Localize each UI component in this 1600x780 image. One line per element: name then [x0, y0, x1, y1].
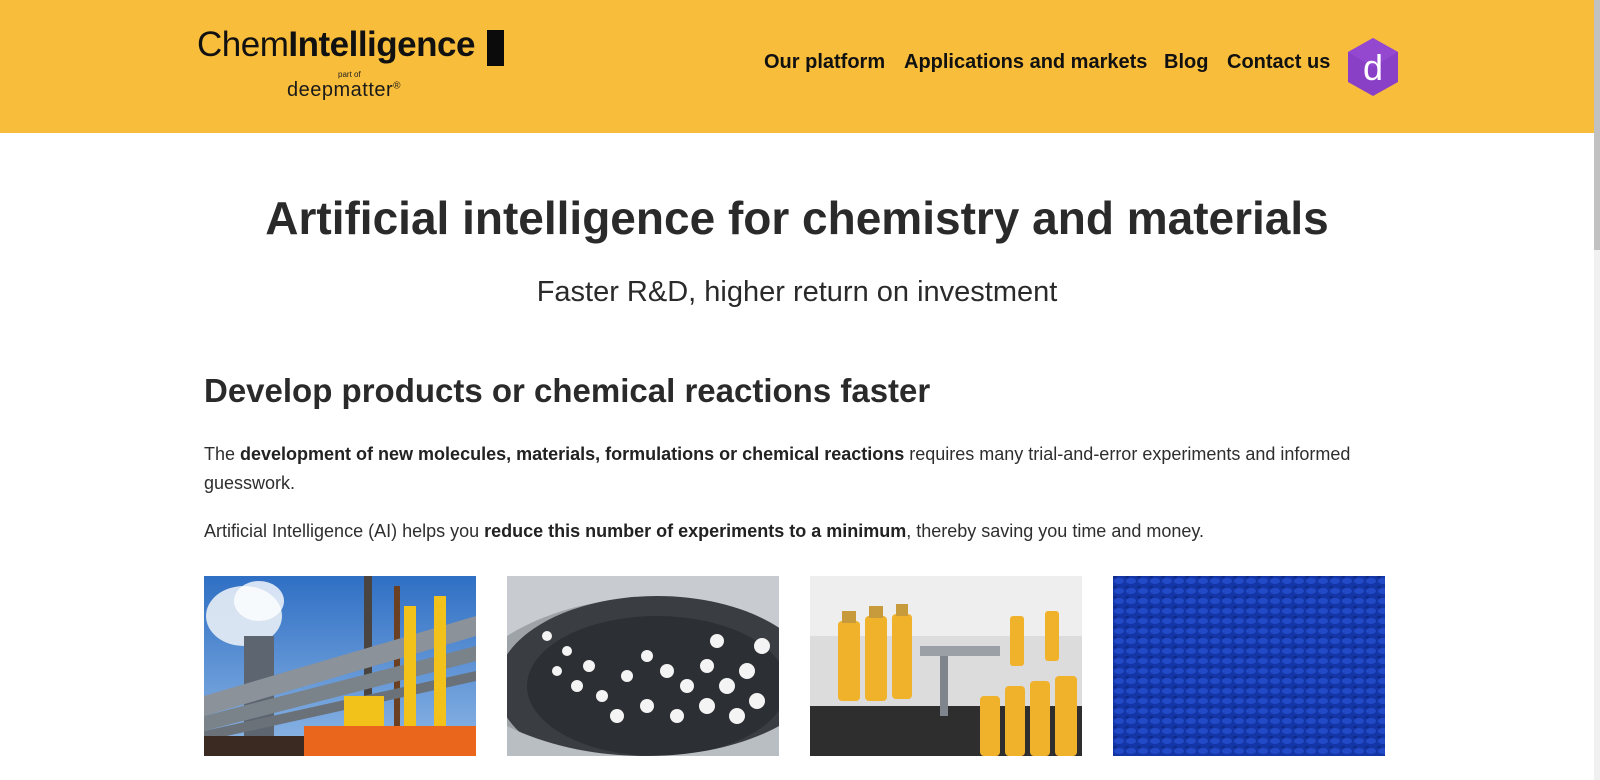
deepmatter-badge-icon[interactable]: d [1346, 37, 1400, 97]
nav-contact-us[interactable]: Contact us [1227, 48, 1330, 76]
logo-parent-brand: deepmatter® [287, 79, 401, 102]
page-subtitle: Faster R&D, higher return on investment [536, 276, 1058, 308]
bottling-line-image [810, 576, 1082, 756]
p2-text-before: Artificial Intelligence (AI) helps you [204, 521, 485, 541]
nav-applications-and-markets[interactable]: Applications and markets [904, 48, 1147, 76]
section-heading: Develop products or chemical reactions f… [204, 372, 931, 409]
p1-text-bold: development of new molecules, materials,… [240, 444, 905, 464]
intro-paragraph: The development of new molecules, materi… [204, 440, 1384, 498]
site-header: ChemIntelligence part of deepmatter® Our… [0, 0, 1594, 133]
scrollbar[interactable] [1594, 0, 1600, 780]
badge-letter: d [1363, 47, 1383, 88]
page: ChemIntelligence part of deepmatter® Our… [0, 0, 1600, 780]
logo-parent-name: deepmatter [287, 79, 394, 101]
logo-part-of: part of [338, 70, 361, 79]
polymer-pellets-image [1113, 576, 1385, 756]
page-title: Artificial intelligence for chemistry an… [265, 192, 1329, 244]
site-logo[interactable]: ChemIntelligence part of deepmatter® [197, 24, 507, 108]
industrial-plant-image [204, 576, 476, 756]
p2-text-after: , thereby saving you time and money. [906, 521, 1205, 541]
nav-blog[interactable]: Blog [1164, 48, 1208, 76]
logo-block-mark [487, 30, 504, 66]
p2-text-bold: reduce this number of experiments to a m… [484, 521, 907, 541]
p1-text-before: The [204, 444, 241, 464]
logo-parent-mark: ® [393, 80, 402, 92]
ai-paragraph: Artificial Intelligence (AI) helps you r… [204, 517, 1384, 546]
logo-wordmark: ChemIntelligence [197, 24, 475, 66]
nav-our-platform[interactable]: Our platform [764, 48, 885, 76]
logo-wordmark-bold: Intelligence [288, 25, 475, 64]
scrollbar-thumb[interactable] [1594, 0, 1600, 250]
logo-wordmark-light: Chem [197, 25, 289, 64]
tablet-coating-drum-image [507, 576, 779, 756]
